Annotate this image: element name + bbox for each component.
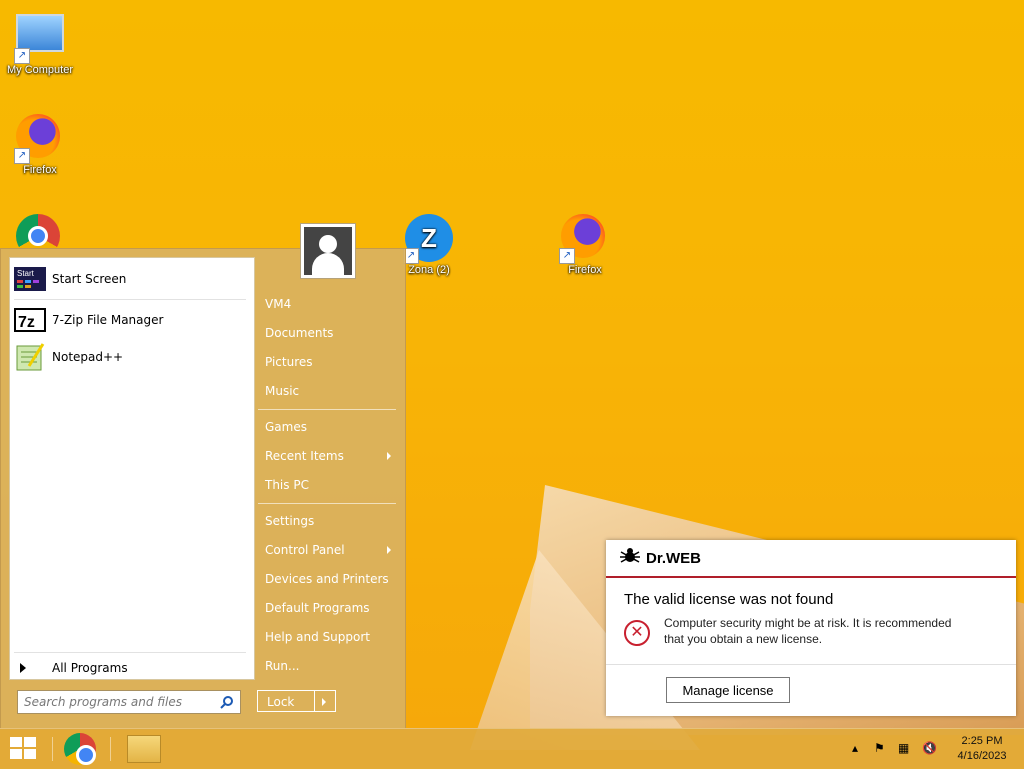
item-label: Pictures — [265, 355, 313, 369]
desktop-icon-label: My Computer — [6, 64, 74, 76]
start-menu-item-documents[interactable]: Documents — [265, 323, 395, 343]
item-label: Documents — [265, 326, 334, 340]
desktop-icon-label: Firefox — [568, 264, 602, 276]
zona-icon: Z ↗ — [403, 214, 453, 264]
error-icon: ✕ — [624, 620, 650, 646]
notepadpp-icon — [14, 343, 46, 371]
taskbar: ▴ ⚑ ▦ 🔇 2:25 PM 4/16/2023 — [0, 728, 1024, 769]
divider — [14, 652, 246, 653]
shutdown-options-button[interactable] — [315, 690, 336, 712]
divider — [14, 299, 246, 300]
all-programs-button[interactable]: All Programs — [20, 661, 128, 675]
lock-button[interactable]: Lock — [257, 690, 315, 712]
start-menu-item-default-programs[interactable]: Default Programs — [265, 598, 395, 618]
chevron-right-icon — [387, 452, 391, 460]
start-menu-item-control-panel[interactable]: Control Panel — [265, 540, 395, 560]
item-label: Help and Support — [265, 630, 370, 644]
manage-license-button[interactable]: Manage license — [666, 677, 790, 703]
item-label: Settings — [265, 514, 315, 528]
divider — [258, 503, 396, 504]
start-screen-icon: Start — [14, 265, 46, 293]
pinned-start-screen[interactable]: Start Start Screen — [14, 262, 250, 296]
search-input[interactable]: Search programs and files — [17, 690, 241, 714]
taskbar-file-explorer-button[interactable] — [127, 735, 161, 763]
drweb-notification: Dr.WEB The valid license was not found ✕… — [606, 540, 1016, 716]
start-menu-programs-pane: Start Start Screen 7z 7-Zip File Manager… — [9, 257, 255, 680]
notification-title: The valid license was not found — [624, 591, 834, 608]
start-menu-item-settings[interactable]: Settings — [265, 511, 395, 531]
start-menu-item-pictures[interactable]: Pictures — [265, 352, 395, 372]
item-label: VM4 — [265, 297, 292, 311]
drweb-header: Dr.WEB — [606, 540, 1016, 578]
search-icon — [220, 695, 234, 712]
start-menu-item-this-pc[interactable]: This PC — [265, 475, 395, 495]
network-icon[interactable]: ▦ — [898, 741, 909, 755]
drweb-brand: Dr.WEB — [646, 549, 702, 567]
notification-message: Computer security might be at risk. It i… — [664, 616, 952, 646]
start-menu-item-vm4[interactable]: VM4 — [265, 294, 395, 314]
start-button[interactable] — [10, 737, 38, 761]
divider — [606, 664, 1016, 665]
clock-date: 4/16/2023 — [957, 750, 1007, 762]
volume-muted-icon[interactable]: 🔇 — [922, 741, 937, 755]
firefox-icon: ↗ — [14, 114, 64, 164]
computer-icon: ↗ — [14, 14, 64, 64]
all-programs-label: All Programs — [52, 661, 128, 675]
item-label: Default Programs — [265, 601, 370, 615]
pinned-notepadpp[interactable]: Notepad++ — [14, 340, 250, 374]
drweb-spider-icon — [620, 548, 640, 568]
chevron-right-icon — [387, 546, 391, 554]
divider — [52, 737, 53, 761]
svg-text:Start: Start — [17, 269, 35, 278]
clock-time: 2:25 PM — [961, 735, 1003, 747]
desktop-icon-label: Firefox — [23, 164, 57, 176]
pinned-label: Start Screen — [52, 272, 127, 286]
windows-logo-icon — [10, 737, 22, 747]
divider — [258, 409, 396, 410]
item-label: Music — [265, 384, 300, 398]
start-menu-item-run[interactable]: Run... — [265, 656, 395, 676]
item-label: Run... — [265, 659, 300, 673]
search-placeholder: Search programs and files — [24, 695, 182, 709]
desktop-icon-firefox[interactable]: ↗ Firefox — [0, 114, 80, 176]
pinned-label: 7-Zip File Manager — [52, 313, 164, 327]
7zip-icon: 7z — [14, 306, 46, 334]
taskbar-chrome-button[interactable] — [64, 733, 96, 765]
firefox-icon: ↗ — [559, 214, 609, 264]
item-label: Control Panel — [265, 543, 345, 557]
desktop-icon-my-computer[interactable]: ↗ My Computer — [0, 10, 80, 76]
user-avatar[interactable] — [300, 223, 356, 279]
start-menu-item-help-support[interactable]: Help and Support — [265, 627, 395, 647]
desktop-icon-firefox-2[interactable]: ↗ Firefox — [545, 214, 625, 276]
pinned-label: Notepad++ — [52, 350, 124, 364]
item-label: Games — [265, 420, 307, 434]
start-menu-item-devices-printers[interactable]: Devices and Printers — [265, 569, 395, 589]
item-label: This PC — [265, 478, 309, 492]
chrome-icon — [64, 733, 96, 765]
triangle-right-icon — [20, 663, 26, 673]
start-menu-item-music[interactable]: Music — [265, 381, 395, 401]
start-menu-item-recent-items[interactable]: Recent Items — [265, 446, 395, 466]
item-label: Recent Items — [265, 449, 344, 463]
show-hidden-icons-button[interactable]: ▴ — [852, 741, 858, 755]
taskbar-clock[interactable]: 2:25 PM 4/16/2023 — [952, 734, 1012, 764]
divider — [110, 737, 111, 761]
pinned-7zip[interactable]: 7z 7-Zip File Manager — [14, 303, 250, 337]
action-center-flag-icon[interactable]: ⚑ — [874, 741, 885, 755]
start-menu-item-games[interactable]: Games — [265, 417, 395, 437]
item-label: Devices and Printers — [265, 572, 389, 586]
svg-text:7z: 7z — [18, 314, 35, 331]
